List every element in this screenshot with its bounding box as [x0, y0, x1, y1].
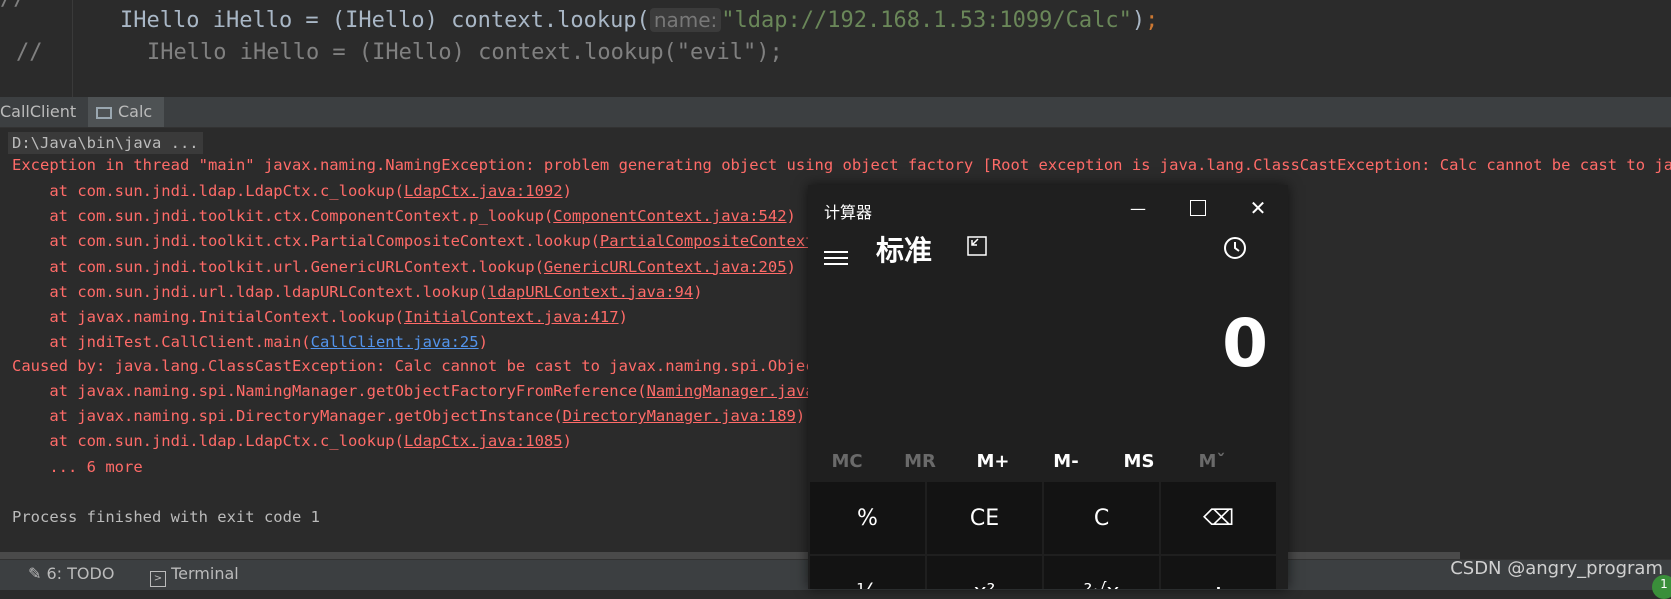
history-button[interactable]	[1222, 235, 1248, 265]
hamburger-icon	[824, 251, 848, 253]
stack-frame-text: at jndiTest.CallClient.main(	[12, 333, 311, 352]
memory-button-mplus[interactable]: M+	[954, 443, 1032, 481]
stack-frame-text: at com.sun.jndi.toolkit.url.GenericURLCo…	[12, 257, 544, 276]
stack-frame-close: )	[562, 432, 572, 451]
window-icon	[96, 107, 112, 119]
notification-badge[interactable]: 1	[1652, 575, 1671, 599]
code-editor[interactable]: // IHello iHello = (IHello) context.look…	[0, 0, 1671, 97]
caused-by-line: Caused by: java.lang.ClassCastException:…	[12, 357, 843, 375]
stack-frame-text: at javax.naming.spi.DirectoryManager.get…	[12, 407, 563, 426]
stack-frame-text: at com.sun.jndi.url.ldap.ldapURLContext.…	[12, 282, 488, 301]
hamburger-menu-button[interactable]	[824, 247, 848, 269]
partial-line-above: //	[0, 0, 27, 11]
maximize-button[interactable]	[1168, 185, 1228, 231]
stack-frame-close: )	[562, 182, 572, 200]
terminal-tab[interactable]: > Terminal	[150, 564, 239, 587]
calc-key[interactable]: x²	[927, 556, 1042, 589]
calc-key[interactable]: %	[810, 482, 925, 554]
tab-calc[interactable]: Calc	[88, 97, 165, 127]
source-link[interactable]: PartialCompositeContext.ja	[600, 232, 843, 250]
source-link[interactable]: InitialContext.java:417	[404, 308, 619, 326]
source-link[interactable]: ComponentContext.java:542	[553, 207, 786, 225]
todo-label: 6: TODO	[46, 564, 115, 583]
maximize-icon	[1190, 200, 1206, 216]
comment-marker: //	[16, 40, 43, 65]
param-hint: name:	[649, 8, 722, 32]
memory-button-mc[interactable]: MC	[808, 443, 886, 481]
stack-trace-line: at com.sun.jndi.toolkit.ctx.ComponentCon…	[12, 207, 796, 225]
memory-button-mr[interactable]: MR	[881, 443, 959, 481]
process-finished: Process finished with exit code 1	[12, 508, 320, 526]
todo-icon: ✎	[28, 564, 47, 583]
minimize-icon: —	[1130, 198, 1146, 218]
calc-key[interactable]: CE	[927, 482, 1042, 554]
terminal-label: Terminal	[171, 564, 239, 583]
stack-frame-text: at com.sun.jndi.ldap.LdapCtx.c_lookup(	[12, 432, 404, 451]
calc-key[interactable]: ⌫	[1161, 482, 1276, 554]
stack-frame-close: )	[795, 407, 806, 426]
memory-button-ms[interactable]: MS	[1100, 443, 1178, 481]
stack-frame-close: )	[478, 333, 488, 352]
stack-frame-text: at com.sun.jndi.toolkit.ctx.ComponentCon…	[12, 207, 554, 226]
stack-frame-close: )	[786, 207, 796, 226]
source-link[interactable]: GenericURLContext.java:205	[544, 258, 787, 276]
csdn-watermark: CSDN @angry_program	[1450, 558, 1663, 579]
code-string: "ldap://192.168.1.53:1099/Calc"	[721, 8, 1132, 33]
source-link[interactable]: LdapCtx.java:1092	[404, 182, 563, 200]
stack-trace-line: at jndiTest.CallClient.main(CallClient.j…	[12, 333, 488, 351]
close-icon: ✕	[1249, 196, 1267, 220]
source-link[interactable]: LdapCtx.java:1085	[404, 432, 563, 450]
stack-frame-close: )	[693, 282, 703, 301]
stack-trace-line: at javax.naming.spi.DirectoryManager.get…	[12, 407, 805, 425]
code-semicolon: ;	[1145, 8, 1159, 33]
memory-button-m[interactable]: Mˇ	[1173, 443, 1251, 481]
stack-frame-close: )	[618, 308, 628, 326]
stack-trace-line: at javax.naming.spi.NamingManager.getObj…	[12, 382, 842, 400]
more-line: ... 6 more	[12, 458, 143, 476]
source-link[interactable]: ldapURLContext.java:94	[488, 283, 693, 301]
calculator-title: 计算器	[824, 203, 873, 222]
stack-frame-close: )	[786, 257, 796, 276]
source-link[interactable]: CallClient.java:25	[311, 333, 479, 351]
tab-callclient[interactable]: CallClient	[0, 97, 76, 127]
mode-title: 标准	[876, 234, 933, 267]
stack-trace-line: at com.sun.jndi.url.ldap.ldapURLContext.…	[12, 282, 703, 301]
stack-trace-line: at javax.naming.InitialContext.lookup(In…	[12, 308, 628, 326]
stack-frame-text: at javax.naming.spi.NamingManager.getObj…	[12, 382, 647, 400]
stack-frame-text: at javax.naming.InitialContext.lookup(	[12, 308, 404, 326]
history-icon	[1224, 237, 1246, 259]
calc-key[interactable]: ¹⁄ₓ	[810, 556, 925, 589]
stack-trace-line: at com.sun.jndi.toolkit.url.GenericURLCo…	[12, 258, 796, 276]
stack-trace-line: at com.sun.jndi.ldap.LdapCtx.c_lookup(Ld…	[12, 182, 572, 200]
keep-on-top-icon	[967, 236, 987, 256]
stack-frame-text: at com.sun.jndi.toolkit.ctx.PartialCompo…	[12, 232, 600, 251]
calc-key[interactable]: C	[1044, 482, 1159, 554]
calc-key[interactable]: ²√x	[1044, 556, 1159, 589]
tab-calc-label: Calc	[118, 102, 153, 121]
stack-trace-line: at com.sun.jndi.toolkit.ctx.PartialCompo…	[12, 232, 843, 251]
display-value: 0	[1222, 305, 1268, 382]
code-text: IHello iHello = (IHello) context.lookup(	[120, 8, 650, 33]
memory-button-mminus[interactable]: M-	[1027, 443, 1105, 481]
terminal-icon: >	[150, 571, 166, 587]
code-line-1[interactable]: IHello iHello = (IHello) context.lookup(…	[120, 8, 1158, 33]
stack-trace-line: at com.sun.jndi.ldap.LdapCtx.c_lookup(Ld…	[12, 432, 572, 450]
exception-line: Exception in thread "main" javax.naming.…	[12, 156, 1671, 174]
calculator-window[interactable]: 计算器 — ✕ 标准 0 MCMRM+M-MSMˇ %CEC⌫ ¹⁄ₓx²²√x…	[808, 185, 1288, 589]
console-command[interactable]: D:\Java\bin\java ...	[8, 132, 203, 154]
minimize-button[interactable]: —	[1108, 185, 1168, 231]
source-link[interactable]: DirectoryManager.java:189	[563, 407, 796, 425]
gutter-divider	[72, 0, 73, 97]
calc-key[interactable]: ÷	[1161, 556, 1276, 589]
close-button[interactable]: ✕	[1228, 185, 1288, 231]
code-line-2[interactable]: IHello iHello = (IHello) context.lookup(…	[147, 40, 783, 65]
stack-frame-text: at com.sun.jndi.ldap.LdapCtx.c_lookup(	[12, 182, 404, 200]
run-tab-bar: CallClient Calc	[0, 97, 1671, 128]
code-paren: )	[1131, 8, 1146, 33]
todo-tab[interactable]: ✎ 6: TODO	[28, 564, 114, 583]
keep-on-top-button[interactable]	[966, 235, 987, 256]
